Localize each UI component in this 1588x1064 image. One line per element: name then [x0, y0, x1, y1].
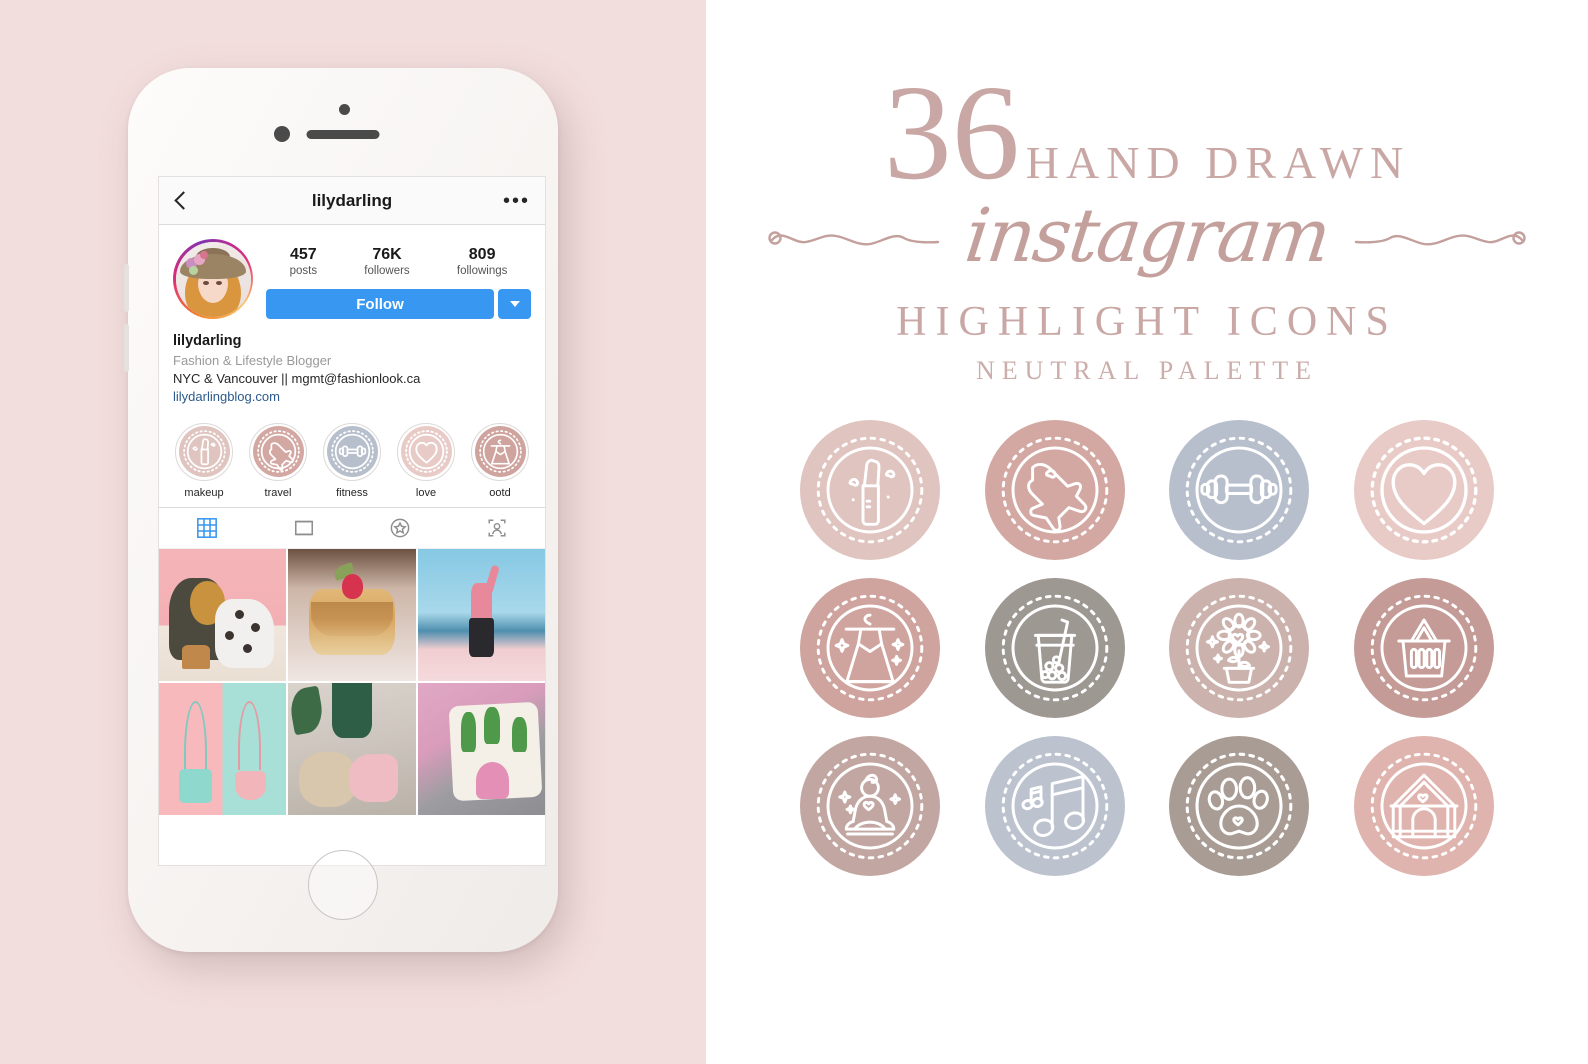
stat-followers[interactable]: 76K followers	[364, 245, 409, 279]
post-thumbnail[interactable]	[417, 682, 545, 815]
bio-subtitle: Fashion & Lifestyle Blogger	[173, 352, 332, 368]
music-note-icon[interactable]	[984, 736, 1125, 877]
icon-grid	[706, 386, 1588, 877]
highlight-label: love	[415, 486, 437, 499]
post-thumbnail[interactable]	[288, 548, 416, 681]
highlight-fitness[interactable]: fitness	[319, 422, 385, 499]
tab-tagged[interactable]	[449, 508, 546, 548]
post-thumbnail[interactable]	[417, 548, 545, 681]
smartphone-device: lilydarling ••• 457 posts 76K followers …	[124, 68, 558, 952]
highlight-circle	[397, 422, 455, 481]
phone-screen: lilydarling ••• 457 posts 76K followers …	[158, 176, 546, 866]
followers-count: 76K	[372, 246, 402, 263]
volume-up-button[interactable]	[124, 264, 129, 312]
right-panel: 36 HAND DRAWN instagram HIGHLIGHT ICONS …	[706, 0, 1588, 1064]
bio-website-link[interactable]: lilydarlingblog.com	[173, 388, 531, 406]
flourish-left-icon	[768, 231, 940, 246]
tab-list[interactable]	[256, 508, 353, 548]
bio-location-contact: NYC & Vancouver || mgmt@fashionlook.ca	[173, 371, 421, 387]
script-title-row: instagram	[706, 193, 1588, 280]
post-thumbnail[interactable]	[288, 682, 416, 815]
heart-icon[interactable]	[1353, 420, 1494, 561]
avatar[interactable]	[173, 239, 253, 319]
script-title: instagram	[960, 193, 1334, 280]
left-panel: lilydarling ••• 457 posts 76K followers …	[0, 0, 706, 1064]
more-options-icon[interactable]: •••	[503, 191, 530, 211]
dress-icon	[474, 426, 526, 478]
posts-label: posts	[289, 265, 318, 277]
avatar-image	[175, 241, 251, 317]
highlight-label: makeup	[184, 486, 224, 499]
highlight-makeup[interactable]: makeup	[171, 422, 237, 499]
home-button[interactable]	[308, 850, 378, 920]
airplane-icon[interactable]	[984, 420, 1125, 561]
paw-print-icon[interactable]	[1169, 736, 1310, 877]
page-title: lilydarling	[311, 190, 393, 210]
instagram-navbar: lilydarling •••	[159, 177, 545, 225]
tab-saved[interactable]	[352, 508, 449, 548]
grid-icon	[197, 517, 218, 538]
flourish-right-icon	[1354, 231, 1526, 246]
followers-label: followers	[364, 265, 410, 277]
post-thumbnail[interactable]	[159, 682, 287, 815]
follow-button[interactable]: Follow	[266, 289, 494, 319]
highlight-circle	[175, 422, 233, 481]
bio-name: lilydarling	[173, 333, 242, 349]
stat-posts[interactable]: 457 posts	[290, 245, 318, 279]
tagged-person-icon	[488, 519, 506, 537]
highlight-circle	[471, 422, 529, 481]
followings-count: 809	[468, 246, 496, 263]
profile-tabs	[159, 506, 546, 549]
highlight-label: fitness	[336, 486, 368, 499]
profile-header: 457 posts 76K followers 809 followings F…	[159, 225, 545, 319]
story-highlights: makeup travel fitness love ootd	[159, 407, 545, 507]
front-camera-icon	[274, 126, 290, 142]
airplane-icon	[252, 426, 304, 478]
highlight-circle	[249, 422, 307, 481]
yoga-meditation-icon[interactable]	[800, 736, 941, 877]
proximity-sensor-icon	[339, 104, 350, 115]
stat-followings[interactable]: 809 followings	[457, 245, 508, 279]
list-icon	[294, 520, 313, 536]
bubble-tea-icon[interactable]	[984, 578, 1125, 719]
chevron-down-icon	[509, 301, 520, 307]
followings-label: followings	[456, 265, 508, 277]
earpiece-speaker	[306, 130, 380, 139]
highlight-icons-label: HIGHLIGHT ICONS	[896, 299, 1398, 346]
icon-count: 36	[883, 58, 1020, 208]
photo-grid	[159, 548, 545, 815]
tab-grid[interactable]	[159, 508, 256, 548]
dog-house-icon[interactable]	[1353, 736, 1494, 877]
profile-stats: 457 posts 76K followers 809 followings	[266, 239, 531, 279]
highlight-ootd[interactable]: ootd	[467, 422, 533, 499]
posts-count: 457	[289, 246, 317, 263]
post-thumbnail[interactable]	[159, 548, 287, 681]
highlight-circle	[323, 422, 381, 481]
potted-flower-icon[interactable]	[1169, 578, 1310, 719]
dumbbell-icon	[326, 426, 378, 478]
dress-icon[interactable]	[800, 578, 941, 719]
dumbbell-icon[interactable]	[1169, 420, 1310, 561]
highlight-label: ootd	[489, 486, 511, 499]
lipstick-icon[interactable]	[800, 420, 941, 561]
highlight-travel[interactable]: travel	[245, 422, 311, 499]
highlight-love[interactable]: love	[393, 422, 459, 499]
highlight-label: travel	[264, 486, 292, 499]
back-chevron-icon[interactable]	[174, 191, 193, 210]
follow-dropdown-button[interactable]	[498, 289, 531, 319]
star-circle-icon	[390, 518, 410, 538]
promo-title-block: 36 HAND DRAWN instagram HIGHLIGHT ICONS …	[706, 0, 1588, 386]
hand-drawn-label: HAND DRAWN	[1025, 137, 1411, 188]
volume-down-button[interactable]	[124, 324, 129, 372]
profile-bio: lilydarling Fashion & Lifestyle Blogger …	[159, 319, 545, 407]
shopping-basket-icon[interactable]	[1353, 578, 1494, 719]
heart-icon	[400, 426, 452, 478]
lipstick-icon	[178, 426, 230, 478]
neutral-palette-label: NEUTRAL PALETTE	[975, 356, 1319, 386]
